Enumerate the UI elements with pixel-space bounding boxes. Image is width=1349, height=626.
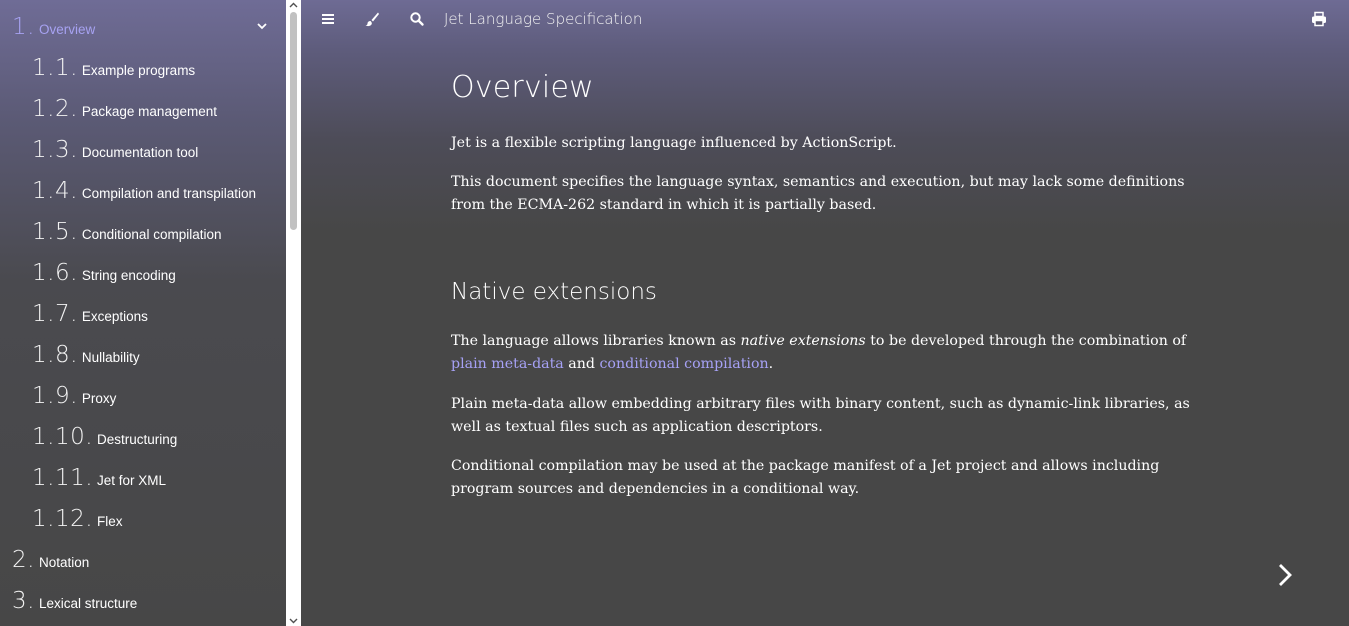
toc-item-label: Lexical structure [38,596,138,611]
toc-item-number: 1.7. [32,301,78,327]
toc-item-label: Overview [38,22,96,37]
paragraph-intro: Jet is a flexible scripting language inf… [451,135,897,151]
toc-item-label: Conditional compilation [81,227,222,242]
toc-item-lexical-structure[interactable]: 3. Lexical structure [12,588,137,614]
toc-item-conditional-compilation[interactable]: 1.5. Conditional compilation [32,219,221,245]
book-title: Jet Language Specification [444,10,643,28]
toc-item-compilation[interactable]: 1.4. Compilation and transpilation [32,178,256,204]
toc-item-label: Notation [38,555,90,570]
scroll-up-arrow-icon[interactable] [288,1,299,9]
toc-item-string-encoding[interactable]: 1.6. String encoding [32,260,176,286]
toc-item-number: 1.2. [32,96,78,122]
text-span: The language allows libraries known as [451,333,741,349]
toc-item-label: Documentation tool [81,145,199,160]
toc-item-number: 1.4. [32,178,78,204]
scroll-down-arrow-icon[interactable] [288,617,299,625]
toc-item-number: 1.3. [32,137,78,163]
toc-item-exceptions[interactable]: 1.7. Exceptions [32,301,148,327]
brush-icon[interactable] [364,11,380,27]
search-icon[interactable] [409,11,425,27]
toc-item-jet-for-xml[interactable]: 1.11. Jet for XML [32,465,166,491]
chevron-down-icon[interactable] [255,19,269,33]
main-content-area: Jet Language Specification Overview Jet … [301,0,1349,626]
text-span: to be developed through the combination … [865,333,1187,349]
toc-item-number: 1.8. [32,342,78,368]
toc-item-number: 1. [12,14,35,40]
toc-item-overview[interactable]: 1. Overview [12,14,95,40]
toc-item-nullability[interactable]: 1.8. Nullability [32,342,140,368]
paragraph-conditional-compilation: Conditional compilation may be used at t… [451,458,1160,497]
toc-item-notation[interactable]: 2. Notation [12,547,89,573]
toc-item-number: 1.11. [32,465,94,491]
toc-item-label: Compilation and transpilation [81,186,256,201]
scrollbar-thumb[interactable] [290,12,297,230]
paragraph-plain-meta-data: Plain meta-data allow embedding arbitrar… [451,396,1190,435]
toc-item-package-management[interactable]: 1.2. Package management [32,96,217,122]
link-conditional-compilation[interactable]: conditional compilation [599,356,768,372]
text-span: . [768,356,774,372]
toc-item-documentation-tool[interactable]: 1.3. Documentation tool [32,137,198,163]
toc-item-number: 1.5. [32,219,78,245]
page-title: Overview [451,70,594,105]
toc-item-number: 1.12. [32,506,94,532]
toc-item-label: Nullability [81,350,140,365]
toc-item-proxy[interactable]: 1.9. Proxy [32,383,116,409]
toc-item-label: Exceptions [81,309,148,324]
text-span: and [563,356,600,372]
toc-item-number: 1.6. [32,260,78,286]
toc-item-label: Jet for XML [97,473,167,488]
toc-item-number: 2. [12,547,35,573]
toc-item-number: 1.10. [32,424,94,450]
link-plain-meta-data[interactable]: plain meta-data [451,356,564,372]
toc-item-label: Package management [81,104,217,119]
toc-item-number: 3. [12,588,35,614]
menu-icon[interactable] [320,11,336,27]
toc-item-label: String encoding [81,268,176,283]
toc-item-label: Proxy [81,391,117,406]
paragraph-scope: This document specifies the language syn… [451,174,1185,213]
paragraph-native-extensions: The language allows libraries known as n… [451,330,1191,376]
toc-item-flex[interactable]: 1.12. Flex [32,506,123,532]
toc-item-example-programs[interactable]: 1.1. Example programs [32,55,195,81]
emphasis-native-extensions: native extensions [740,333,866,349]
sidebar-toc: 1. Overview 1.1. Example programs 1.2. P… [0,0,286,626]
toc-item-number: 1.9. [32,383,78,409]
toc-item-destructuring[interactable]: 1.10. Destructuring [32,424,177,450]
section-heading-native-extensions: Native extensions [451,279,657,305]
toc-item-label: Destructuring [97,432,178,447]
toc-item-label: Example programs [81,63,196,78]
toc-item-number: 1.1. [32,55,78,81]
toc-item-label: Flex [97,514,123,529]
print-icon[interactable] [1311,11,1327,27]
next-chapter-icon[interactable] [1274,560,1296,590]
